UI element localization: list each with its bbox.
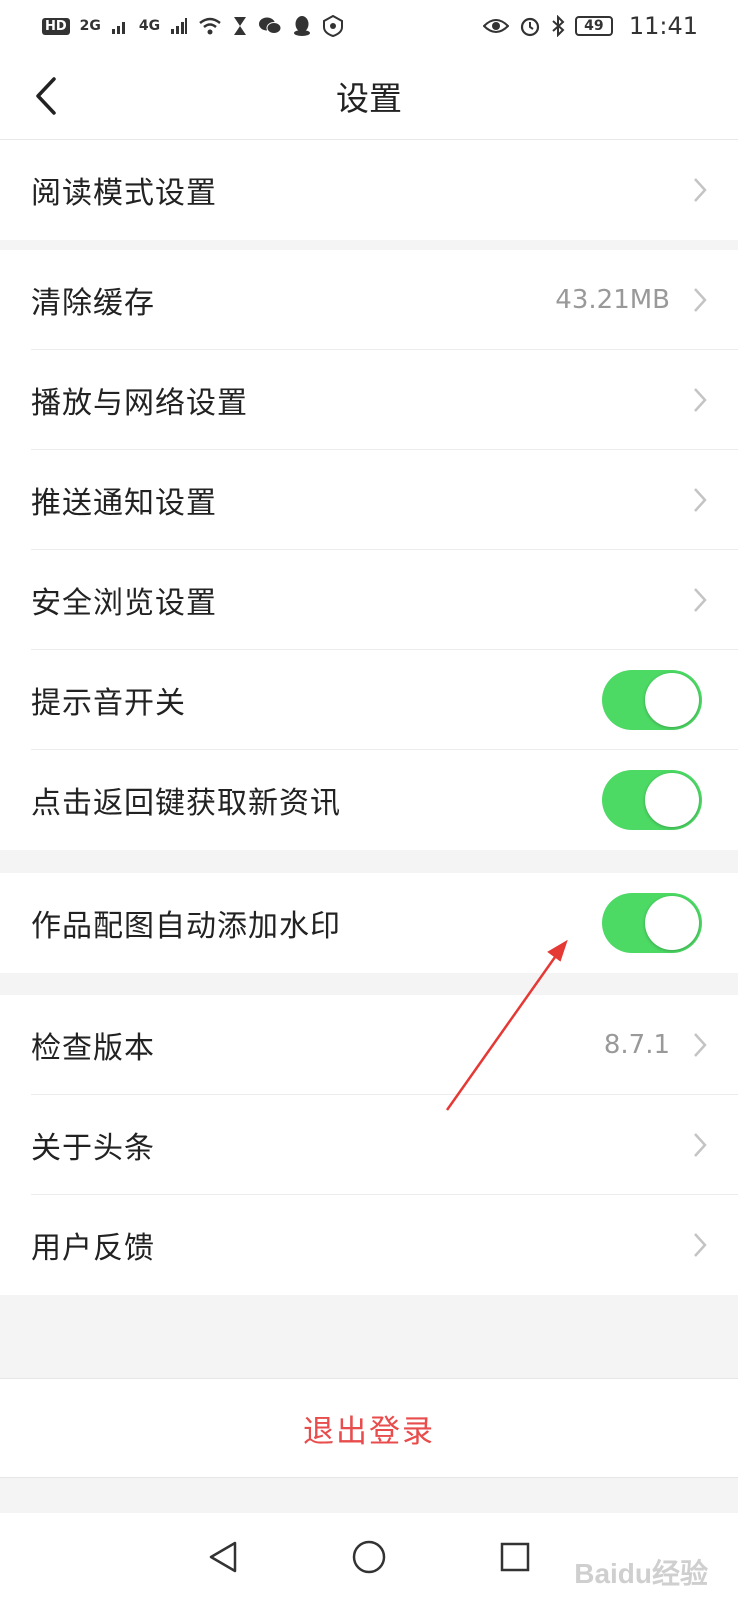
signal-icon <box>171 18 188 34</box>
app-header: 设置 <box>0 52 738 140</box>
chevron-right-icon <box>694 588 707 612</box>
setting-safe-browsing[interactable]: 安全浏览设置 <box>0 550 738 650</box>
watermark-toggle[interactable] <box>602 893 702 953</box>
status-bar-right: 49 11:41 <box>482 12 698 40</box>
wifi-icon <box>199 17 221 35</box>
eye-icon <box>482 19 509 33</box>
chevron-right-icon <box>694 288 707 312</box>
toggle-knob <box>645 673 699 727</box>
chevron-right-icon <box>694 1133 707 1157</box>
settings-group-general: 清除缓存 43.21MB 播放与网络设置 推送通知设置 安全浏览设置 提示音开关… <box>0 250 738 850</box>
recents-square-icon <box>500 1542 530 1571</box>
status-time: 11:41 <box>628 12 698 40</box>
setting-label: 推送通知设置 <box>31 486 217 521</box>
wechat-icon <box>259 17 282 34</box>
setting-push-notification[interactable]: 推送通知设置 <box>0 450 738 550</box>
setting-watermark-row: 作品配图自动添加水印 <box>0 873 738 973</box>
setting-label: 清除缓存 <box>31 286 155 321</box>
setting-reading-mode[interactable]: 阅读模式设置 <box>0 140 738 240</box>
sound-toggle[interactable] <box>602 670 702 730</box>
nav-home-button[interactable] <box>349 1537 389 1577</box>
home-circle-icon <box>352 1540 386 1573</box>
chevron-right-icon <box>694 488 707 512</box>
setting-label: 提示音开关 <box>31 686 186 721</box>
settings-group-about: 检查版本 8.7.1 关于头条 用户反馈 <box>0 995 738 1295</box>
sim1-label: 2G <box>79 18 101 34</box>
setting-label: 检查版本 <box>31 1031 155 1066</box>
back-button[interactable] <box>26 72 66 120</box>
back-triangle-icon <box>209 1541 237 1572</box>
signal-icon <box>111 22 125 34</box>
shield-icon <box>323 15 344 37</box>
qq-icon <box>294 16 311 36</box>
setting-feedback[interactable]: 用户反馈 <box>0 1195 738 1295</box>
nav-recents-button[interactable] <box>495 1537 535 1577</box>
battery-icon: 49 <box>574 16 613 36</box>
setting-label: 作品配图自动添加水印 <box>31 909 341 944</box>
setting-check-version[interactable]: 检查版本 8.7.1 <box>0 995 738 1095</box>
setting-sound-toggle-row: 提示音开关 <box>0 650 738 750</box>
logout-button[interactable]: 退出登录 <box>0 1378 738 1478</box>
hd-icon: HD <box>42 17 70 35</box>
status-bar: HD 2G 4G 49 11:41 <box>0 0 738 52</box>
sim2-label: 4G <box>138 18 161 34</box>
chevron-left-icon <box>36 77 56 115</box>
hourglass-icon <box>234 17 247 35</box>
toggle-knob <box>645 896 699 950</box>
setting-back-refresh-row: 点击返回键获取新资讯 <box>0 750 738 850</box>
chevron-right-icon <box>694 388 707 412</box>
setting-label: 播放与网络设置 <box>31 386 248 421</box>
version-value: 8.7.1 <box>603 1030 670 1060</box>
settings-group-watermark: 作品配图自动添加水印 <box>0 873 738 973</box>
settings-group-reading: 阅读模式设置 <box>0 140 738 240</box>
setting-label: 点击返回键获取新资讯 <box>31 786 341 821</box>
chevron-right-icon <box>694 1233 707 1257</box>
chevron-right-icon <box>694 1033 707 1057</box>
alarm-icon <box>520 17 539 37</box>
baidu-watermark: Baidu经验 <box>574 1558 708 1589</box>
page-title: 设置 <box>336 78 402 118</box>
logout-label: 退出登录 <box>303 1413 435 1450</box>
chevron-right-icon <box>694 178 707 202</box>
setting-label: 用户反馈 <box>31 1231 155 1266</box>
setting-label: 关于头条 <box>31 1131 155 1166</box>
setting-label: 安全浏览设置 <box>31 586 217 621</box>
back-refresh-toggle[interactable] <box>602 770 702 830</box>
nav-back-button[interactable] <box>203 1537 243 1577</box>
cache-size-value: 43.21MB <box>555 285 670 315</box>
setting-clear-cache[interactable]: 清除缓存 43.21MB <box>0 250 738 350</box>
setting-about[interactable]: 关于头条 <box>0 1095 738 1195</box>
status-bar-left: HD 2G 4G <box>42 15 344 37</box>
bluetooth-icon <box>552 15 565 37</box>
setting-playback-network[interactable]: 播放与网络设置 <box>0 350 738 450</box>
toggle-knob <box>645 773 699 827</box>
setting-label: 阅读模式设置 <box>31 176 217 211</box>
